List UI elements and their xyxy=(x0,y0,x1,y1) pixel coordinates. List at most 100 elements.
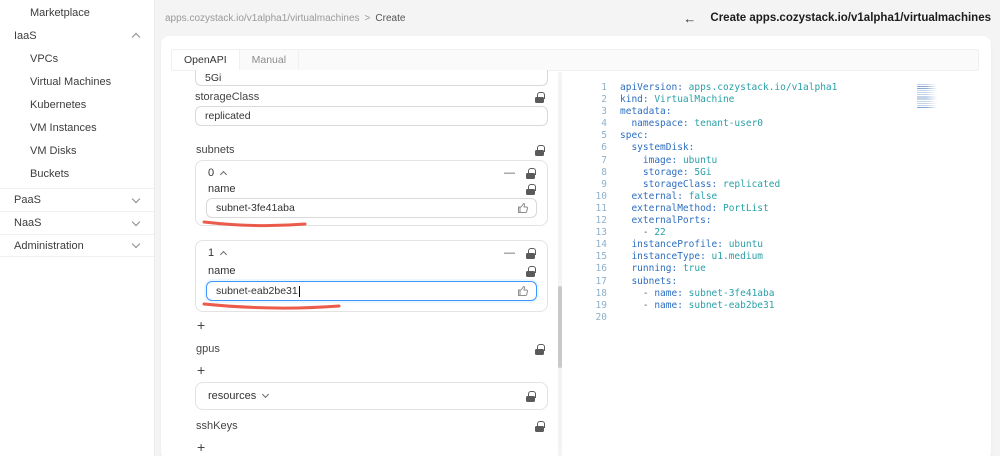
chevron-up-icon xyxy=(220,250,228,259)
lock-icon[interactable] xyxy=(535,92,545,103)
line-number: 3 xyxy=(601,106,607,118)
sidebar-item-label: IaaS xyxy=(14,29,37,42)
input-value: subnet-3fe41aba xyxy=(216,202,295,214)
line-number: 1 xyxy=(601,82,607,93)
code-line: 4 namespace: tenant-user0 xyxy=(585,118,975,130)
sidebar-item-label: Administration xyxy=(14,239,84,252)
code-line: 18 - name: subnet-3fe41aba xyxy=(585,288,975,300)
lock-icon[interactable] xyxy=(526,184,536,195)
sidebar-item-label: VPCs xyxy=(30,52,59,65)
line-number: 14 xyxy=(595,239,607,251)
chevron-down-icon xyxy=(131,217,141,226)
sidebar-item-buckets[interactable]: Buckets xyxy=(0,162,154,185)
editor-minimap[interactable] xyxy=(917,84,939,109)
lock-icon[interactable] xyxy=(526,391,536,402)
sidebar-item-label: Marketplace xyxy=(30,6,90,19)
subnet-item-collapse[interactable]: 1 xyxy=(208,247,228,259)
chevron-up-icon xyxy=(220,170,228,179)
code-line: 20 xyxy=(585,312,975,324)
text-cursor xyxy=(298,285,300,297)
chevron-up-icon xyxy=(131,32,141,42)
sidebar-item-vpcs[interactable]: VPCs xyxy=(0,47,154,70)
resources-collapse[interactable]: resources xyxy=(208,390,270,402)
name-field-label-row: name xyxy=(196,183,547,195)
line-number: 5 xyxy=(601,130,607,142)
add-gpu-button[interactable]: + xyxy=(197,363,205,377)
code-line: 19 - name: subnet-eab2be31 xyxy=(585,300,975,312)
sidebar-item-naas[interactable]: NaaS xyxy=(0,211,154,234)
field-label: name xyxy=(208,183,236,195)
remove-item-button[interactable]: — xyxy=(504,247,515,259)
section-label: sshKeys xyxy=(196,420,238,432)
create-form-card: OpenAPI Manual 5Gi storageClass replicat… xyxy=(161,36,991,456)
input-value: subnet-eab2be31 xyxy=(216,285,298,297)
tab-manual[interactable]: Manual xyxy=(240,50,300,70)
line-number: 7 xyxy=(601,154,607,166)
lock-icon[interactable] xyxy=(535,421,545,432)
sidebar-item-vm-disks[interactable]: VM Disks xyxy=(0,139,154,162)
sidebar-item-label: Buckets xyxy=(30,167,70,180)
tab-label: OpenAPI xyxy=(184,54,227,66)
subnets-section-label-row: subnets xyxy=(196,144,548,156)
breadcrumb-separator-icon: > xyxy=(364,12,371,24)
lock-icon[interactable] xyxy=(526,168,536,179)
code-line: 15 instanceType: u1.medium xyxy=(585,251,975,263)
chevron-down-icon xyxy=(131,194,141,203)
thumbs-up-icon[interactable] xyxy=(517,285,529,297)
code-line: 5 spec: xyxy=(585,130,975,142)
tab-openapi[interactable]: OpenAPI xyxy=(172,50,240,70)
storage-input-partial[interactable]: 5Gi xyxy=(195,70,548,86)
sidebar-item-label: Virtual Machines xyxy=(30,75,112,88)
form-scrollbar-thumb[interactable] xyxy=(558,286,562,368)
sidebar-item-vm-instances[interactable]: VM Instances xyxy=(0,116,154,139)
code-line: 11 externalMethod: PortList xyxy=(585,203,975,215)
line-number: 8 xyxy=(601,166,607,178)
sidebar-item-administration[interactable]: Administration xyxy=(0,234,154,257)
sidebar-item-virtual-machines[interactable]: Virtual Machines xyxy=(0,70,154,93)
gpus-section-label-row: gpus xyxy=(196,343,548,355)
lock-icon[interactable] xyxy=(526,248,536,259)
code-line: 17 subnets: xyxy=(585,276,975,288)
lock-icon[interactable] xyxy=(535,344,545,355)
thumbs-up-icon[interactable] xyxy=(517,202,529,214)
line-number: 6 xyxy=(601,142,607,154)
storageclass-input[interactable]: replicated xyxy=(195,106,548,126)
subnet-item-1: 1 — name subnet-eab2be31 xyxy=(195,240,548,312)
line-number: 12 xyxy=(595,215,607,227)
code-line: 12 externalPorts: xyxy=(585,215,975,227)
yaml-editor[interactable]: 1 apiVersion: apps.cozystack.io/v1alpha1 2… xyxy=(585,82,975,324)
sidebar-item-label: VM Disks xyxy=(30,144,77,157)
tab-bar: OpenAPI Manual xyxy=(171,49,979,71)
field-label: name xyxy=(208,265,236,277)
breadcrumb-link[interactable]: apps.cozystack.io/v1alpha1/virtualmachin… xyxy=(165,13,360,24)
chevron-down-icon xyxy=(131,239,141,249)
subnet-1-name-input[interactable]: subnet-eab2be31 xyxy=(206,281,537,301)
subnet-item-index: 1 xyxy=(208,247,215,259)
breadcrumb: apps.cozystack.io/v1alpha1/virtualmachin… xyxy=(165,13,405,24)
sidebar-item-iaas[interactable]: IaaS xyxy=(0,24,154,47)
lock-icon[interactable] xyxy=(535,145,545,156)
remove-item-button[interactable]: — xyxy=(504,167,515,179)
back-arrow-icon[interactable]: ← xyxy=(683,11,696,26)
subnet-item-collapse[interactable]: 0 xyxy=(208,167,228,179)
line-number: 2 xyxy=(601,94,607,106)
app-window: Marketplace IaaS VPCs Virtual Machines K… xyxy=(0,0,1000,456)
subnet-0-name-input[interactable]: subnet-3fe41aba xyxy=(206,198,537,218)
sidebar-item-kubernetes[interactable]: Kubernetes xyxy=(0,93,154,116)
sidebar-item-label: VM Instances xyxy=(30,121,97,134)
subnet-item-index: 0 xyxy=(208,167,215,179)
code-line: 14 instanceProfile: ubuntu xyxy=(585,239,975,251)
sidebar-item-marketplace[interactable]: Marketplace xyxy=(0,1,154,24)
line-number: 9 xyxy=(601,178,607,190)
add-sshkey-button[interactable]: + xyxy=(197,440,205,454)
section-label: gpus xyxy=(196,343,220,355)
section-label: resources xyxy=(208,390,257,402)
line-number: 11 xyxy=(595,202,607,214)
sidebar-item-paas[interactable]: PaaS xyxy=(0,188,154,211)
lock-icon[interactable] xyxy=(526,266,536,277)
add-subnet-button[interactable]: + xyxy=(197,318,205,332)
code-line: 7 image: ubuntu xyxy=(585,155,975,167)
name-field-label-row: name xyxy=(196,265,547,277)
sshkeys-section-label-row: sshKeys xyxy=(196,420,548,432)
sidebar-item-label: PaaS xyxy=(14,194,41,206)
